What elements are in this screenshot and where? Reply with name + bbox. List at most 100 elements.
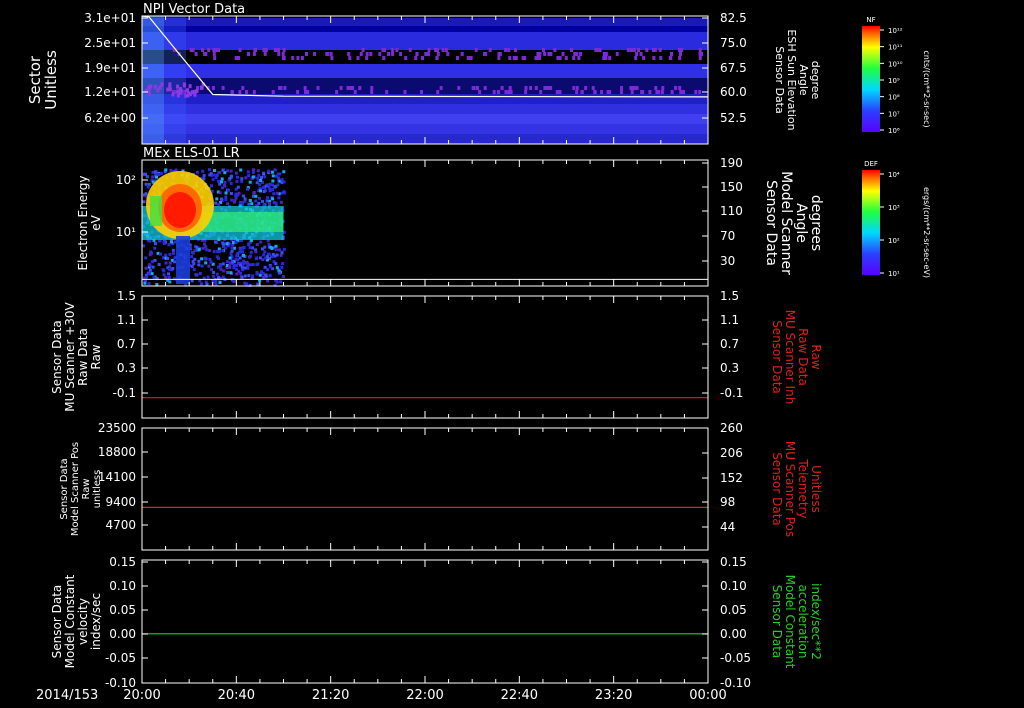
y-axis-title-right: Unitless xyxy=(809,465,823,513)
heatmap-band-10 xyxy=(142,124,708,134)
spectrogram-cell xyxy=(266,196,269,200)
heatmap-cell xyxy=(549,52,553,56)
spectrogram-cell xyxy=(225,260,229,264)
spectrogram-cell xyxy=(265,255,269,259)
spectrogram-cell xyxy=(280,178,284,182)
spectrogram-cell xyxy=(229,192,233,195)
spectrogram-cell xyxy=(244,176,248,180)
spectrogram-cell xyxy=(228,256,232,260)
y-tick-label-right: 60.0 xyxy=(720,85,747,99)
heatmap-cell xyxy=(436,52,440,56)
heatmap-cell xyxy=(469,56,473,60)
spectrogram-cell xyxy=(243,197,247,201)
plot-figure: 3.1e+01 2.5e+01 1.9e+01 1.2e+01 6.2e+00 82.5 7… xyxy=(26,2,931,703)
heatmap-cell xyxy=(553,48,557,52)
spectrogram-cell xyxy=(267,243,271,246)
heatmap-band-2 xyxy=(142,26,708,32)
heatmap-cell xyxy=(420,90,423,94)
heatmap-cell xyxy=(313,52,317,56)
y-axis-title-right: Angle xyxy=(793,203,809,243)
spectrogram-cell xyxy=(261,271,265,275)
y-tick-label-left: 18800 xyxy=(98,445,136,459)
heatmap-cell xyxy=(604,56,608,60)
heatmap-cell xyxy=(247,52,250,56)
y-axis-title-left: Electron Energy xyxy=(76,175,90,270)
y-tick-label-right: 52.5 xyxy=(720,111,747,125)
spectrogram-cell xyxy=(164,168,168,172)
spectrogram-cell xyxy=(148,268,152,272)
heatmap-cell xyxy=(427,48,431,52)
heatmap-cell xyxy=(524,90,528,94)
heatmap-cell xyxy=(421,56,424,60)
spectrogram-cell xyxy=(267,184,271,188)
spectrogram-cell xyxy=(243,274,247,278)
y-tick-label-right: 260 xyxy=(720,421,743,435)
spectrogram-cell xyxy=(247,202,251,206)
heatmap-cell xyxy=(575,90,579,94)
spectrogram-cell xyxy=(271,174,275,178)
spectrogram-cell xyxy=(282,247,286,251)
spectrogram-cell xyxy=(144,266,148,270)
burst-edge xyxy=(150,196,162,226)
spectrogram-cell xyxy=(147,183,151,186)
spectrogram-cell xyxy=(220,180,223,184)
spectrogram-cell xyxy=(280,266,284,269)
y-tick-label-right: 70 xyxy=(720,229,735,243)
spectrogram-cell xyxy=(258,196,261,200)
y-tick-label-right: 150 xyxy=(720,180,743,194)
heatmap-cell xyxy=(383,48,386,52)
heatmap-cell xyxy=(316,86,320,90)
spectrogram-cell xyxy=(215,197,219,201)
spectrogram-cell xyxy=(217,202,221,206)
colorbar-tick-label: 10¹² xyxy=(888,27,903,35)
spectrogram-cell xyxy=(247,174,251,178)
spectrogram-cell xyxy=(204,261,208,265)
spectrogram-cell xyxy=(234,264,238,267)
time-tick-label: 21:20 xyxy=(312,688,349,703)
y-tick-label-right: 67.5 xyxy=(720,61,747,75)
heatmap-cell xyxy=(385,90,389,94)
y-axis-title-left: MU Scanner +30V xyxy=(63,302,77,412)
spectrogram-cell xyxy=(213,279,217,283)
y-tick-label-left: 23500 xyxy=(98,421,136,435)
spectrogram-cell xyxy=(270,170,274,174)
y-tick-label-right: 0.15 xyxy=(720,555,747,569)
heatmap-cell xyxy=(296,90,300,94)
spectrogram-cell xyxy=(245,282,249,286)
y-tick-label-left: 10¹ xyxy=(116,225,136,239)
colorbar-2 xyxy=(862,170,880,275)
spectrogram-cell xyxy=(261,247,264,251)
spectrogram-cell xyxy=(273,168,277,172)
spectrogram-cell xyxy=(235,179,239,183)
y-axis-title-right: degrees xyxy=(808,195,824,251)
heatmap-cell xyxy=(678,56,682,60)
heatmap-cell xyxy=(698,56,702,60)
y-axis-title-left: Unitless xyxy=(42,50,60,110)
y-tick-label-right: -0.05 xyxy=(720,651,751,665)
spectrogram-cell xyxy=(173,256,177,260)
spectrogram-cell xyxy=(164,275,168,279)
heatmap-cell xyxy=(378,52,382,56)
heatmap-cell xyxy=(575,86,579,90)
spectrogram-cell xyxy=(223,180,227,184)
spectrogram-cell xyxy=(274,201,278,205)
spectrogram-cell xyxy=(251,175,255,179)
y-axis-title-left: Model Scanner Pos xyxy=(70,442,81,536)
heatmap-cell xyxy=(572,56,576,60)
heatmap-cell xyxy=(395,48,399,52)
heatmap-cell xyxy=(176,84,179,89)
heatmap-cell xyxy=(303,86,307,90)
spectrogram-cell xyxy=(279,280,283,284)
heatmap-cell xyxy=(370,86,374,90)
spectrogram-cell xyxy=(143,281,147,285)
heatmap-cell xyxy=(370,90,374,94)
spectrogram-cell xyxy=(153,258,157,262)
heatmap-cell xyxy=(561,52,565,56)
spectrogram-cell xyxy=(218,191,222,195)
spectrogram-cell xyxy=(202,242,206,246)
heatmap-cell xyxy=(358,86,362,90)
heatmap-cell xyxy=(300,56,304,60)
spectrogram-cell xyxy=(226,271,230,274)
spectrogram-cell xyxy=(229,175,233,179)
spectrogram-cell xyxy=(261,186,265,190)
